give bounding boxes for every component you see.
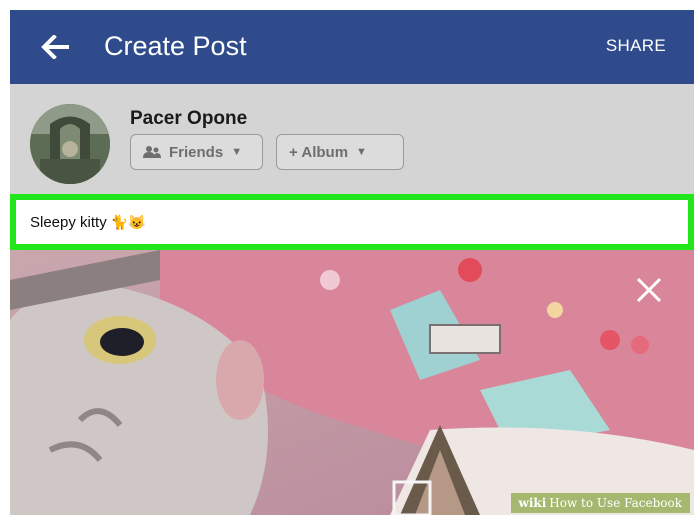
chevron-down-icon: ▼: [231, 146, 243, 158]
share-button[interactable]: SHARE: [606, 36, 666, 56]
chevron-down-icon: ▼: [356, 146, 367, 158]
cat-photo: [10, 250, 694, 515]
audience-selector[interactable]: Friends ▼: [130, 134, 263, 170]
avatar-photo: [30, 104, 110, 184]
audience-label: Friends: [169, 143, 224, 161]
back-arrow-icon: [41, 35, 69, 59]
album-selector[interactable]: + Album ▼: [276, 134, 404, 170]
composer-header: Pacer Opone Friends ▼ + Album ▼: [10, 84, 694, 194]
friends-icon: [143, 145, 161, 159]
post-text: Sleepy kitty: [30, 213, 107, 231]
remove-photo-button[interactable]: [634, 275, 664, 305]
close-icon: [636, 277, 662, 303]
attached-photo: wiki How to Use Facebook: [10, 250, 694, 515]
page-title: Create Post: [104, 31, 247, 61]
post-emoji: 🐈😺: [110, 213, 146, 230]
post-text-field[interactable]: Sleepy kitty 🐈😺: [10, 194, 694, 250]
watermark-brand: wiki: [518, 496, 547, 510]
avatar[interactable]: [30, 104, 110, 184]
wikihow-watermark: wiki How to Use Facebook: [510, 493, 690, 513]
album-label: + Album: [289, 143, 349, 161]
app-frame: Create Post SHARE Pacer Opone Friends ▼ …: [10, 10, 694, 515]
watermark-text: How to Use Facebook: [549, 496, 682, 510]
top-bar: Create Post SHARE: [10, 10, 694, 84]
user-name: Pacer Opone: [130, 108, 248, 129]
back-button[interactable]: [38, 30, 74, 64]
